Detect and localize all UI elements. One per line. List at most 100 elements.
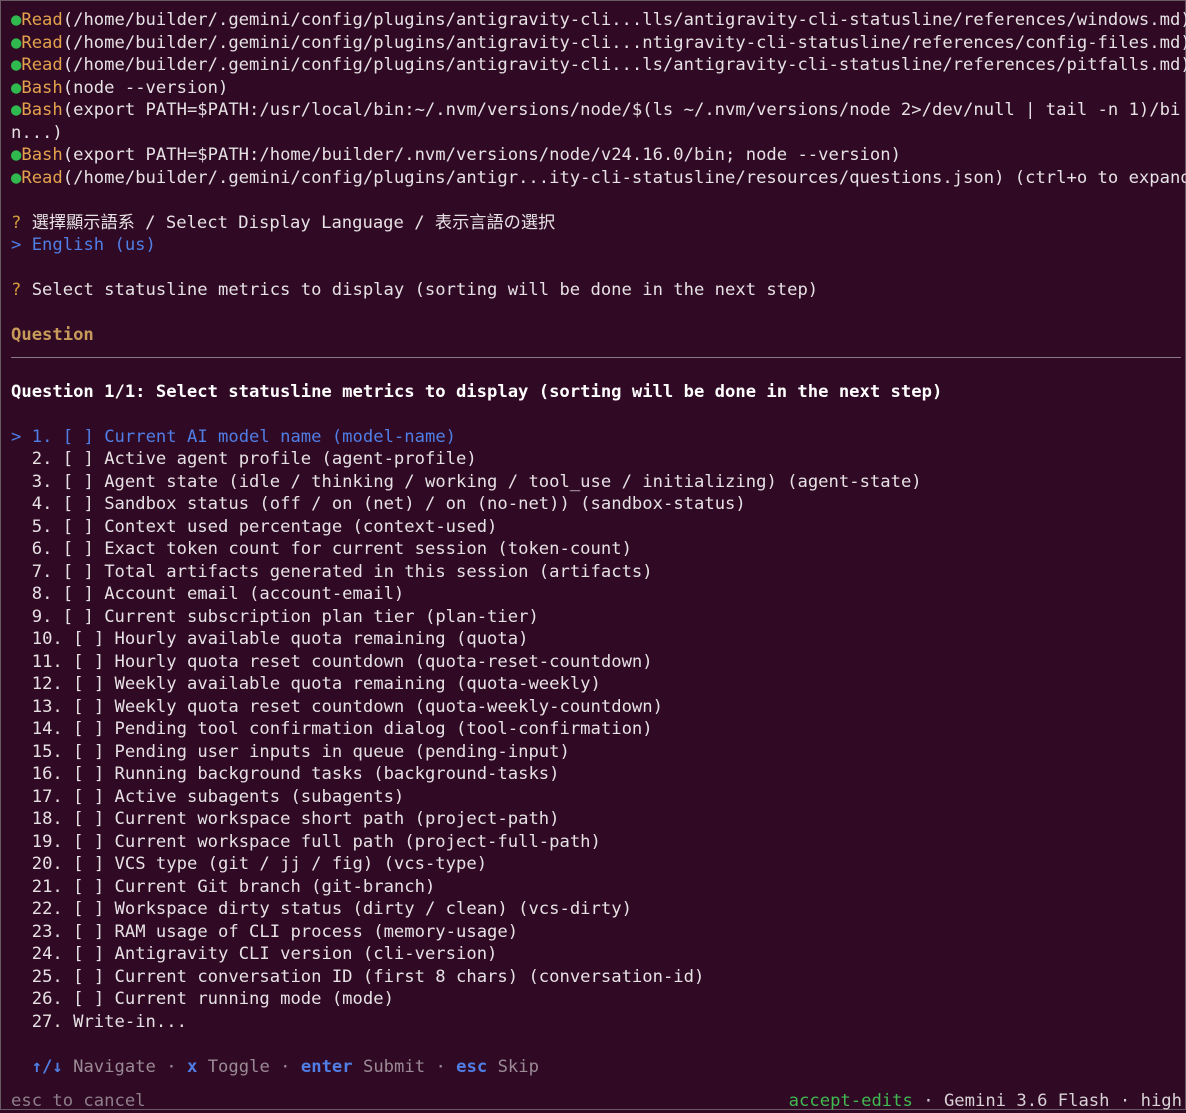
option-label: Hourly available quota remaining (quota) <box>114 629 529 649</box>
checkbox[interactable]: [ ] <box>73 697 104 717</box>
option-number: 17. <box>31 786 63 807</box>
option-number: 11. <box>31 651 63 672</box>
tool-name: Read <box>21 32 63 53</box>
checkbox[interactable]: [ ] <box>73 764 104 784</box>
option-item[interactable]: 18. [ ] Current workspace short path (pr… <box>11 808 1181 831</box>
effort-indicator[interactable]: high <box>1141 1091 1182 1111</box>
option-item[interactable]: 17. [ ] Active subagents (subagents) <box>11 786 1181 809</box>
option-item[interactable]: 9. [ ] Current subscription plan tier (p… <box>11 606 1181 629</box>
checkbox[interactable]: [ ] <box>63 517 94 537</box>
question-label: Question <box>11 325 94 345</box>
option-item[interactable]: 15. [ ] Pending user inputs in queue (pe… <box>11 741 1181 764</box>
option-item[interactable]: 23. [ ] RAM usage of CLI process (memory… <box>11 921 1181 944</box>
option-label: Running background tasks (background-tas… <box>114 764 560 784</box>
success-dot-icon: ● <box>11 32 22 53</box>
language-answer: > English (us) <box>11 234 1181 257</box>
checkbox[interactable]: [ ] <box>73 877 104 897</box>
option-item[interactable]: 24. [ ] Antigravity CLI version (cli-ver… <box>11 943 1181 966</box>
tool-name: Read <box>21 167 63 188</box>
option-item[interactable]: 14. [ ] Pending tool confirmation dialog… <box>11 718 1181 741</box>
checkbox[interactable]: [ ] <box>63 494 94 514</box>
option-label: Active agent profile (agent-profile) <box>104 449 477 469</box>
checkbox[interactable]: [ ] <box>73 629 104 649</box>
submit-key: enter <box>300 1056 353 1077</box>
option-item[interactable]: 6. [ ] Exact token count for current ses… <box>11 538 1181 561</box>
option-label: Workspace dirty status (dirty / clean) (… <box>114 899 632 919</box>
option-item[interactable]: 19. [ ] Current workspace full path (pro… <box>11 831 1181 854</box>
checkbox[interactable]: [ ] <box>63 449 94 469</box>
option-label: Current Git branch (git-branch) <box>114 876 436 897</box>
question-heading: Question 1/1: Select statusline metrics … <box>11 381 943 402</box>
option-number: 5. <box>31 516 53 537</box>
option-label: Agent state (idle / thinking / working /… <box>104 471 922 492</box>
option-item[interactable]: 7. [ ] Total artifacts generated in this… <box>11 561 1181 584</box>
checkbox[interactable]: [ ] <box>73 674 104 694</box>
tool-call-line: ●Bash(export PATH=$PATH:/usr/local/bin:~… <box>11 99 1181 144</box>
option-item[interactable]: 12. [ ] Weekly available quota remaining… <box>11 673 1181 696</box>
separator: · <box>923 1091 934 1111</box>
option-item[interactable]: 10. [ ] Hourly available quota remaining… <box>11 628 1181 651</box>
tool-call-line[interactable]: ●Read(/home/builder/.gemini/config/plugi… <box>11 167 1186 190</box>
option-item[interactable]: > 1. [ ] Current AI model name (model-na… <box>11 426 1181 449</box>
checkbox[interactable]: [ ] <box>73 854 104 874</box>
tool-call-line: ●Read(/home/builder/.gemini/config/plugi… <box>11 9 1186 32</box>
success-dot-icon: ● <box>11 77 22 98</box>
success-dot-icon: ● <box>11 145 22 165</box>
option-item[interactable]: 22. [ ] Workspace dirty status (dirty / … <box>11 898 1181 921</box>
option-item[interactable]: 16. [ ] Running background tasks (backgr… <box>11 763 1181 786</box>
option-item[interactable]: 11. [ ] Hourly quota reset countdown (qu… <box>11 651 1181 674</box>
checkbox[interactable]: [ ] <box>63 562 94 582</box>
checkbox[interactable]: [ ] <box>73 922 104 942</box>
option-item[interactable]: 4. [ ] Sandbox status (off / on (net) / … <box>11 493 1181 516</box>
divider <box>11 356 1181 358</box>
option-number: 10. <box>31 629 63 649</box>
checkbox[interactable]: [ ] <box>73 809 104 829</box>
options-list: > 1. [ ] Current AI model name (model-na… <box>11 426 1181 1011</box>
tool-call-line: ●Bash(export PATH=$PATH:/home/builder/.n… <box>11 144 1181 167</box>
checkbox[interactable]: [ ] <box>73 832 104 852</box>
option-label: VCS type (git / jj / fig) (vcs-type) <box>114 854 488 874</box>
option-item[interactable]: 5. [ ] Context used percentage (context-… <box>11 516 1181 539</box>
option-number: 18. <box>31 809 63 829</box>
option-item[interactable]: 25. [ ] Current conversation ID (first 8… <box>11 966 1181 989</box>
checkbox[interactable]: [ ] <box>73 989 104 1009</box>
tool-name: Bash <box>21 145 63 165</box>
checkbox[interactable]: [ ] <box>73 652 104 672</box>
success-dot-icon: ● <box>11 167 22 188</box>
option-number: 27. <box>31 1011 63 1032</box>
option-number: 2. <box>31 449 53 469</box>
checkbox[interactable]: [ ] <box>63 427 94 447</box>
option-item[interactable]: 21. [ ] Current Git branch (git-branch) <box>11 876 1181 899</box>
option-number: 1. <box>31 426 53 447</box>
option-number: 9. <box>31 606 53 627</box>
checkbox[interactable]: [ ] <box>63 584 94 604</box>
checkbox[interactable]: [ ] <box>73 967 104 987</box>
option-item[interactable]: 2. [ ] Active agent profile (agent-profi… <box>11 448 1181 471</box>
option-number: 19. <box>31 831 63 852</box>
option-item[interactable]: 3. [ ] Agent state (idle / thinking / wo… <box>11 471 1181 494</box>
tool-call-line: ●Read(/home/builder/.gemini/config/plugi… <box>11 32 1186 55</box>
checkbox[interactable]: [ ] <box>73 742 104 762</box>
option-label: Weekly quota reset countdown (quota-week… <box>114 696 663 717</box>
tool-args: (export PATH=$PATH:/usr/local/bin:~/.nvm… <box>11 100 1181 143</box>
checkbox[interactable]: [ ] <box>73 944 104 964</box>
option-label: Exact token count for current session (t… <box>104 539 632 559</box>
checkbox[interactable]: [ ] <box>63 607 94 627</box>
checkbox[interactable]: [ ] <box>73 719 104 739</box>
skip-key: esc <box>456 1056 488 1077</box>
model-indicator[interactable]: Gemini 3.6 Flash <box>944 1091 1110 1111</box>
toggle-key: x <box>186 1056 198 1077</box>
checkbox[interactable]: [ ] <box>73 787 104 807</box>
option-item[interactable]: 20. [ ] VCS type (git / jj / fig) (vcs-t… <box>11 853 1181 876</box>
checkbox[interactable]: [ ] <box>63 472 94 492</box>
option-label: Pending tool confirmation dialog (tool-c… <box>114 719 653 739</box>
option-item[interactable]: 13. [ ] Weekly quota reset countdown (qu… <box>11 696 1181 719</box>
status-bar: accept-edits · Gemini 3.6 Flash · high <box>789 1090 1182 1113</box>
option-number: 20. <box>31 854 63 874</box>
option-item[interactable]: 26. [ ] Current running mode (mode) <box>11 988 1181 1011</box>
mode-indicator[interactable]: accept-edits <box>789 1091 913 1111</box>
checkbox[interactable]: [ ] <box>63 539 94 559</box>
checkbox[interactable]: [ ] <box>73 899 104 919</box>
write-in-option[interactable]: 27. Write-in... <box>11 1011 1181 1034</box>
option-item[interactable]: 8. [ ] Account email (account-email) <box>11 583 1181 606</box>
